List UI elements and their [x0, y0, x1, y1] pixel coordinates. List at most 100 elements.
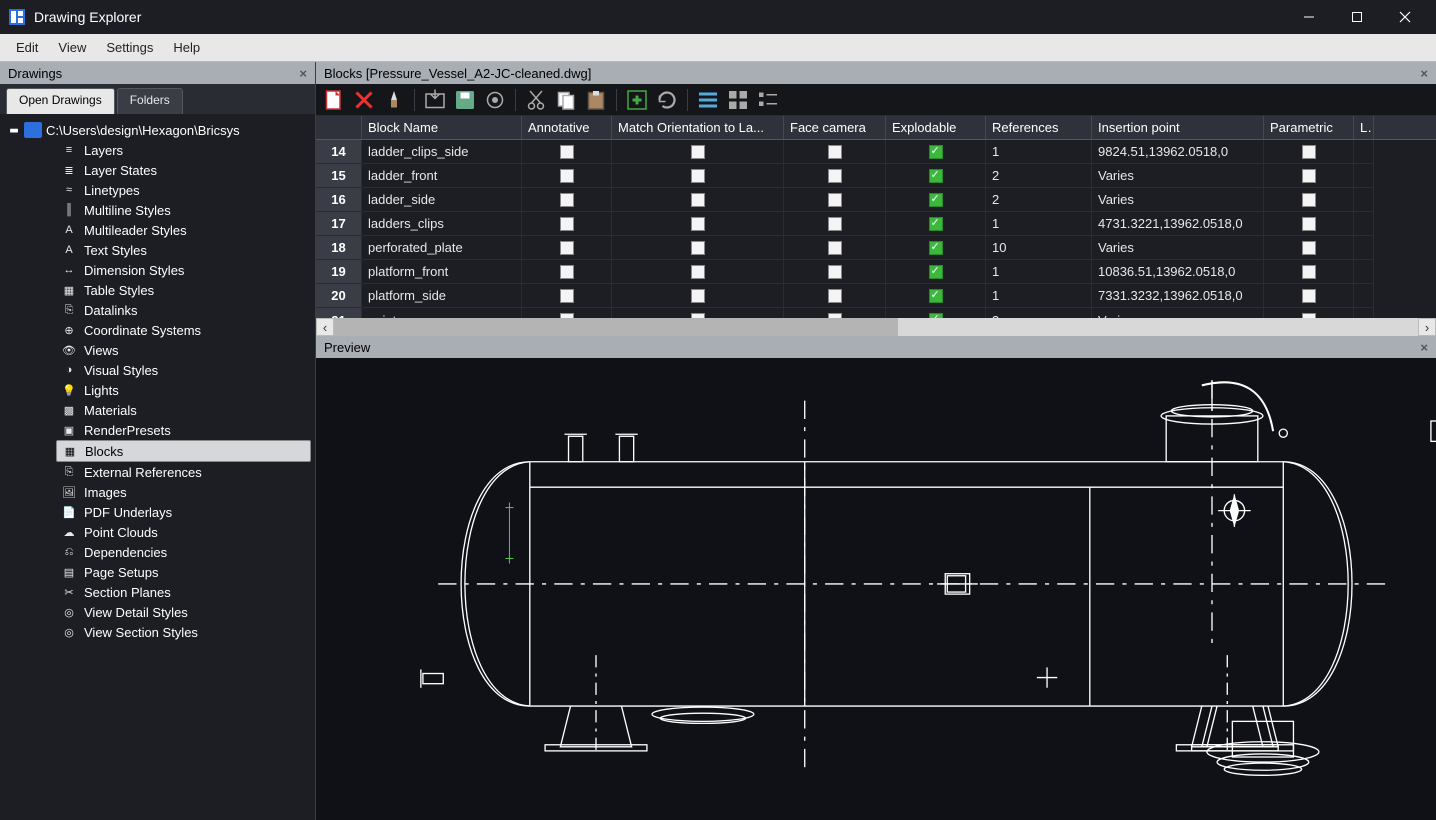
- tree-item-layers[interactable]: ≡Layers: [56, 140, 311, 160]
- col-explodable[interactable]: Explodable: [886, 116, 986, 139]
- tree-item-external-references[interactable]: ⎘External References: [56, 462, 311, 482]
- paste-icon[interactable]: [584, 88, 608, 112]
- cell-parametric[interactable]: [1264, 164, 1354, 188]
- scroll-thumb[interactable]: [334, 318, 898, 336]
- cell-annotative[interactable]: [522, 212, 612, 236]
- cell-annotative[interactable]: [522, 140, 612, 164]
- tree-item-section-planes[interactable]: ✂Section Planes: [56, 582, 311, 602]
- col-insertion-point[interactable]: Insertion point: [1092, 116, 1264, 139]
- cell-match-orientation[interactable]: [612, 140, 784, 164]
- tree-item-views[interactable]: 👁Views: [56, 340, 311, 360]
- maximize-button[interactable]: [1334, 2, 1380, 32]
- cell-face-camera[interactable]: [784, 188, 886, 212]
- cell-face-camera[interactable]: [784, 140, 886, 164]
- checkbox[interactable]: [691, 289, 705, 303]
- cell-explodable[interactable]: [886, 236, 986, 260]
- cell-match-orientation[interactable]: [612, 284, 784, 308]
- col-annotative[interactable]: Annotative: [522, 116, 612, 139]
- table-row[interactable]: 16ladder_side2Varies: [316, 188, 1436, 212]
- checkbox[interactable]: [929, 217, 943, 231]
- minimize-button[interactable]: [1286, 2, 1332, 32]
- preview-canvas[interactable]: [316, 358, 1436, 820]
- tree-root[interactable]: ▬ C:\Users\design\Hexagon\Bricsys: [4, 120, 311, 140]
- tree-item-materials[interactable]: ▩Materials: [56, 400, 311, 420]
- drawings-panel-close[interactable]: ×: [299, 66, 307, 81]
- cell-explodable[interactable]: [886, 164, 986, 188]
- tree-expander-icon[interactable]: ▬: [8, 123, 20, 138]
- checkbox[interactable]: [1302, 169, 1316, 183]
- checkbox[interactable]: [828, 241, 842, 255]
- checkbox[interactable]: [560, 265, 574, 279]
- checkbox[interactable]: [929, 241, 943, 255]
- col-extra[interactable]: L: [1354, 116, 1374, 139]
- checkbox[interactable]: [929, 265, 943, 279]
- checkbox[interactable]: [1302, 193, 1316, 207]
- cell-parametric[interactable]: [1264, 236, 1354, 260]
- tree-item-datalinks[interactable]: ⎘Datalinks: [56, 300, 311, 320]
- checkbox[interactable]: [560, 217, 574, 231]
- table-row[interactable]: 19platform_front110836.51,13962.0518,0: [316, 260, 1436, 284]
- checkbox[interactable]: [1302, 265, 1316, 279]
- col-references[interactable]: References: [986, 116, 1092, 139]
- checkbox[interactable]: [560, 145, 574, 159]
- checkbox[interactable]: [929, 193, 943, 207]
- col-parametric[interactable]: Parametric: [1264, 116, 1354, 139]
- table-row[interactable]: 14ladder_clips_side19824.51,13962.0518,0: [316, 140, 1436, 164]
- tree-item-lights[interactable]: 💡Lights: [56, 380, 311, 400]
- scroll-right-icon[interactable]: ›: [1418, 318, 1436, 336]
- checkbox[interactable]: [560, 193, 574, 207]
- tree-item-page-setups[interactable]: ▤Page Setups: [56, 562, 311, 582]
- cell-parametric[interactable]: [1264, 284, 1354, 308]
- table-row[interactable]: 15ladder_front2Varies: [316, 164, 1436, 188]
- scroll-track[interactable]: [334, 318, 1418, 336]
- cell-parametric[interactable]: [1264, 188, 1354, 212]
- add-icon[interactable]: [625, 88, 649, 112]
- checkbox[interactable]: [1302, 145, 1316, 159]
- checkbox[interactable]: [691, 241, 705, 255]
- refresh-icon[interactable]: [655, 88, 679, 112]
- insert-icon[interactable]: [423, 88, 447, 112]
- checkbox[interactable]: [691, 265, 705, 279]
- tree-item-visual-styles[interactable]: ◑Visual Styles: [56, 360, 311, 380]
- view-icons-icon[interactable]: [726, 88, 750, 112]
- tree-item-renderpresets[interactable]: ▣RenderPresets: [56, 420, 311, 440]
- cell-parametric[interactable]: [1264, 308, 1354, 318]
- table-row[interactable]: 17ladders_clips14731.3221,13962.0518,0: [316, 212, 1436, 236]
- cell-explodable[interactable]: [886, 188, 986, 212]
- tree-item-coordinate-systems[interactable]: ⊕Coordinate Systems: [56, 320, 311, 340]
- cell-face-camera[interactable]: [784, 236, 886, 260]
- checkbox[interactable]: [828, 193, 842, 207]
- tree-item-layer-states[interactable]: ≣Layer States: [56, 160, 311, 180]
- checkbox[interactable]: [929, 289, 943, 303]
- preview-panel-close[interactable]: ×: [1420, 340, 1428, 355]
- cell-face-camera[interactable]: [784, 260, 886, 284]
- tree-item-dimension-styles[interactable]: ↔Dimension Styles: [56, 260, 311, 280]
- tree-item-blocks[interactable]: ▦Blocks: [56, 440, 311, 462]
- checkbox[interactable]: [828, 145, 842, 159]
- cell-face-camera[interactable]: [784, 212, 886, 236]
- tree-item-multiline-styles[interactable]: ║Multiline Styles: [56, 200, 311, 220]
- table-row[interactable]: 18perforated_plate10Varies: [316, 236, 1436, 260]
- table-row[interactable]: 21point3Varies: [316, 308, 1436, 318]
- cell-annotative[interactable]: [522, 188, 612, 212]
- view-details-icon[interactable]: [696, 88, 720, 112]
- tree-item-images[interactable]: 🖼Images: [56, 482, 311, 502]
- menu-edit[interactable]: Edit: [6, 36, 48, 59]
- cell-explodable[interactable]: [886, 260, 986, 284]
- cell-explodable[interactable]: [886, 140, 986, 164]
- menu-view[interactable]: View: [48, 36, 96, 59]
- cell-parametric[interactable]: [1264, 140, 1354, 164]
- cell-match-orientation[interactable]: [612, 212, 784, 236]
- close-button[interactable]: [1382, 2, 1428, 32]
- tab-open-drawings[interactable]: Open Drawings: [6, 88, 115, 114]
- delete-icon[interactable]: [352, 88, 376, 112]
- tree-item-view-section-styles[interactable]: ◎View Section Styles: [56, 622, 311, 642]
- menu-help[interactable]: Help: [163, 36, 210, 59]
- cut-icon[interactable]: [524, 88, 548, 112]
- col-match-orientation[interactable]: Match Orientation to La...: [612, 116, 784, 139]
- checkbox[interactable]: [560, 241, 574, 255]
- cell-annotative[interactable]: [522, 164, 612, 188]
- cell-face-camera[interactable]: [784, 308, 886, 318]
- checkbox[interactable]: [828, 265, 842, 279]
- cell-parametric[interactable]: [1264, 212, 1354, 236]
